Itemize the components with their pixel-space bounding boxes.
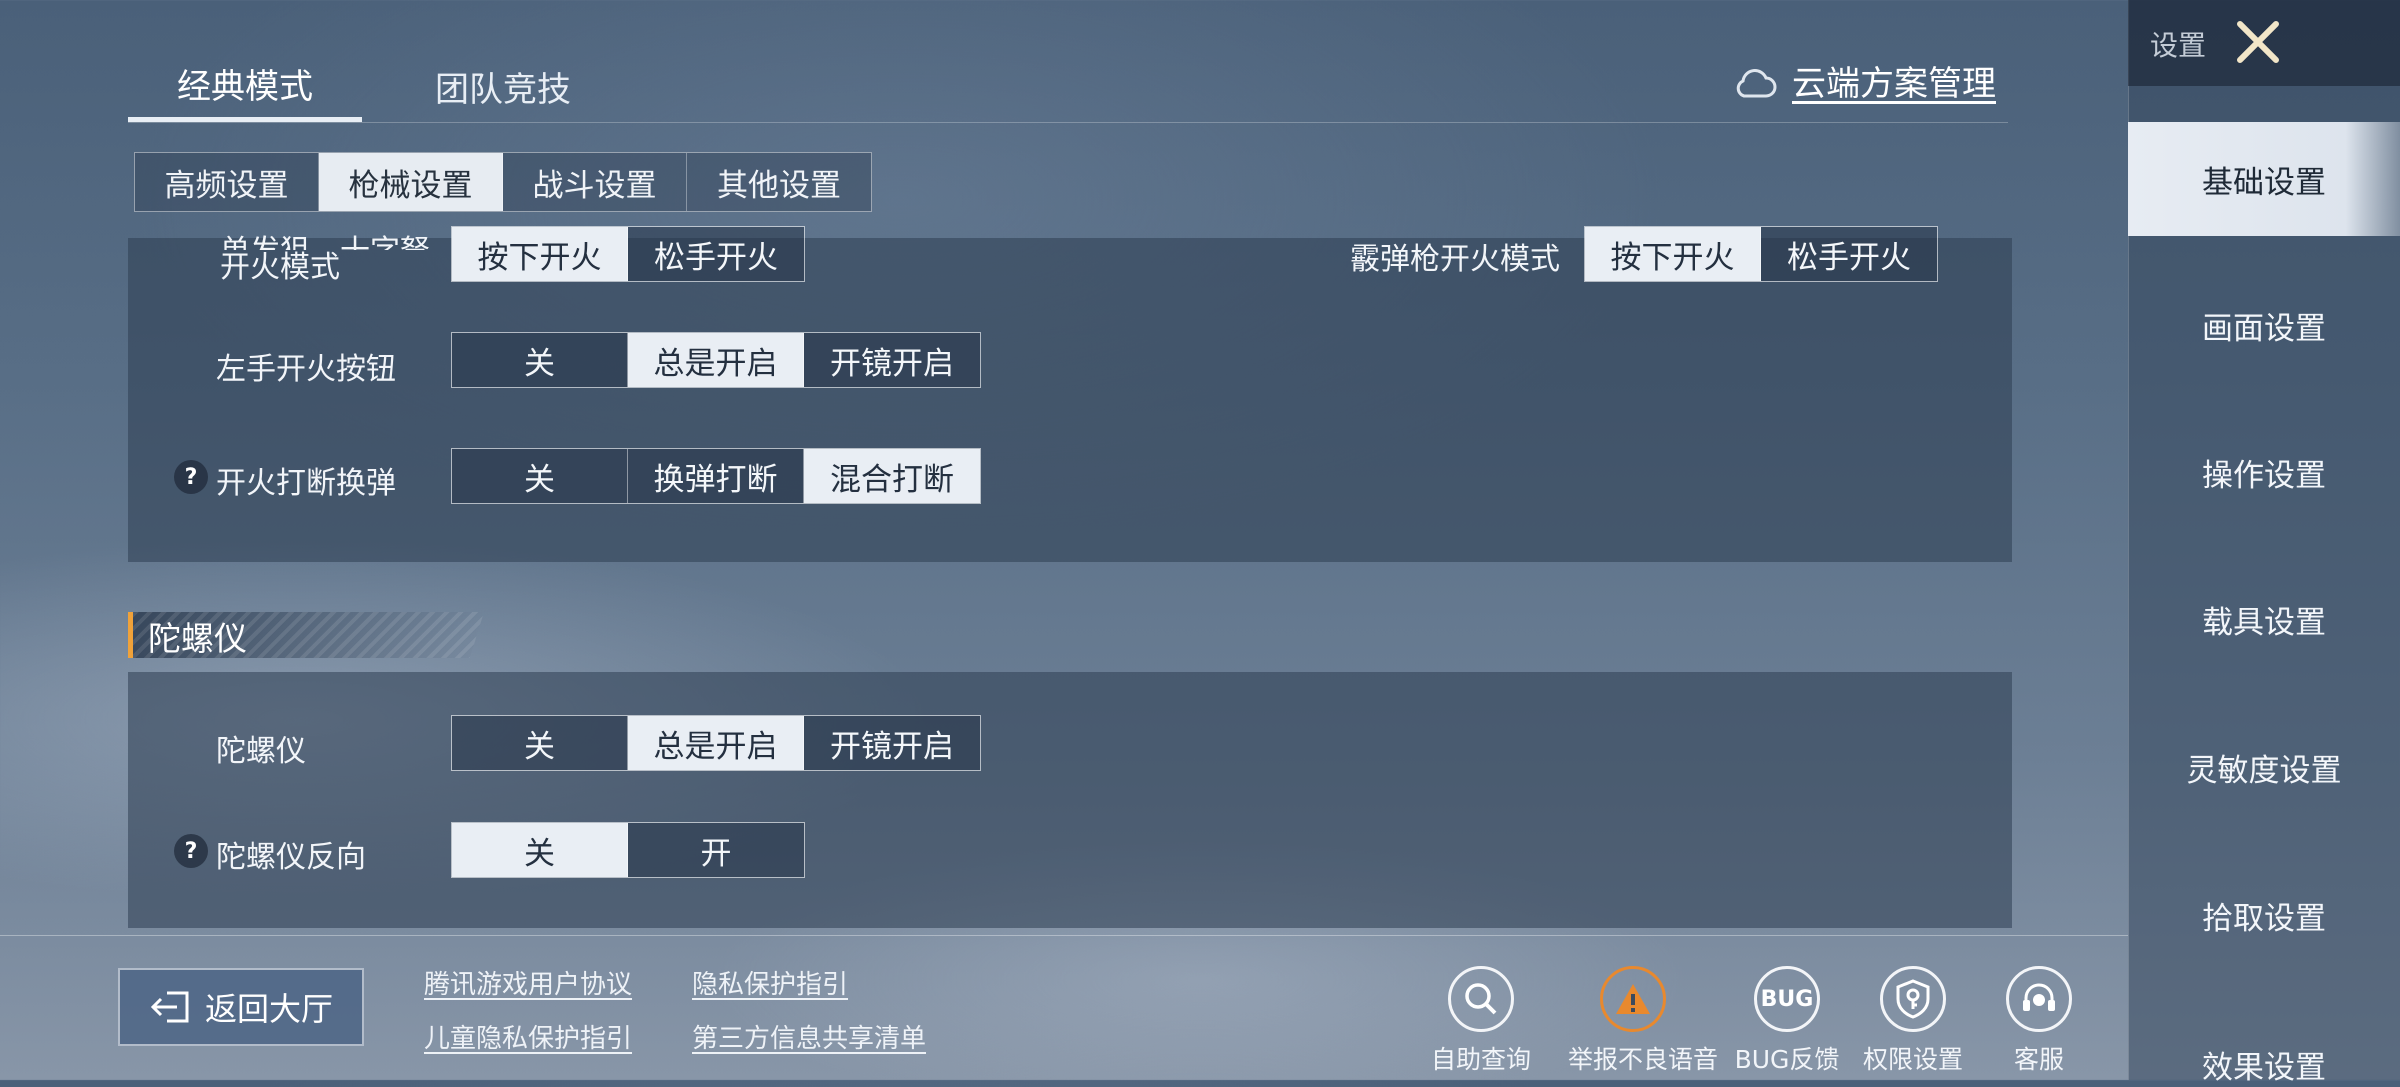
report-voice-icon (1600, 966, 1666, 1032)
sidebar-item-vehicle[interactable]: 载具设置 (2128, 562, 2400, 676)
link-user-agreement[interactable]: 腾讯游戏用户协议 (424, 964, 632, 1001)
tab-high-frequency[interactable]: 高频设置 (135, 153, 319, 211)
tab-divider (128, 122, 2008, 123)
back-to-lobby-label: 返回大厅 (204, 990, 333, 1028)
option-off[interactable]: 关 (452, 716, 628, 770)
tab-team-deathmatch[interactable]: 团队竞技 (386, 50, 620, 122)
gyro-label: 陀螺仪 (216, 734, 306, 769)
option-on[interactable]: 开 (628, 823, 804, 877)
left-fire-button-label: 左手开火按钮 (216, 352, 396, 387)
firing-panel (128, 238, 2012, 562)
option-always-on[interactable]: 总是开启 (628, 333, 804, 387)
customer-service-button[interactable]: 客服 (1974, 966, 2104, 1076)
option-reload-interrupt[interactable]: 换弹打断 (628, 449, 804, 503)
single-shot-fire-mode-label: 单发狙、十字弩 开火模式 (220, 234, 430, 285)
sidebar-item-graphics[interactable]: 画面设置 (2128, 268, 2400, 382)
permission-settings-button[interactable]: 权限设置 (1848, 966, 1978, 1076)
sidebar-item-pickup[interactable]: 拾取设置 (2128, 858, 2400, 972)
sub-tab-bar: 高频设置 枪械设置 战斗设置 其他设置 (134, 152, 872, 212)
tab-classic-mode[interactable]: 经典模式 (128, 50, 362, 122)
search-icon (1448, 966, 1514, 1032)
single-shot-fire-toggle: 按下开火 松手开火 (451, 226, 805, 282)
tab-combat-settings[interactable]: 战斗设置 (503, 153, 687, 211)
option-off[interactable]: 关 (452, 823, 628, 877)
option-off[interactable]: 关 (452, 333, 628, 387)
back-to-lobby-button[interactable]: 返回大厅 (118, 968, 364, 1046)
gyro-panel (128, 672, 2012, 928)
left-fire-button-toggle: 关 总是开启 开镜开启 (451, 332, 981, 388)
option-mixed-interrupt[interactable]: 混合打断 (804, 449, 980, 503)
help-icon[interactable]: ? (174, 834, 208, 868)
gyro-reverse-toggle: 关 开 (451, 822, 805, 878)
help-icon[interactable]: ? (174, 460, 208, 494)
sidebar-item-basic[interactable]: 基础设置 (2128, 122, 2400, 236)
headset-icon (2006, 966, 2072, 1032)
exit-icon (150, 991, 189, 1023)
sidebar-title: 设置 (2150, 29, 2207, 62)
section-title-gyro: 陀螺仪 (148, 619, 247, 658)
tab-other-settings[interactable]: 其他设置 (687, 153, 871, 211)
shield-key-icon (1880, 966, 1946, 1032)
option-scope-on[interactable]: 开镜开启 (804, 716, 980, 770)
report-voice-label: 举报不良语音 (1568, 1045, 1719, 1074)
shotgun-fire-mode-label: 霰弹枪开火模式 (1350, 242, 1560, 277)
option-release-fire[interactable]: 松手开火 (1761, 227, 1937, 281)
fire-interrupt-reload-toggle: 关 换弹打断 混合打断 (451, 448, 981, 504)
option-scope-on[interactable]: 开镜开启 (804, 333, 980, 387)
option-always-on[interactable]: 总是开启 (628, 716, 804, 770)
bug-feedback-button[interactable]: BUG BUG反馈 (1722, 966, 1852, 1076)
tab-weapon-settings[interactable]: 枪械设置 (319, 153, 503, 211)
gyro-reverse-label: 陀螺仪反向 (216, 840, 366, 875)
close-icon[interactable] (2230, 14, 2286, 70)
bug-feedback-label: BUG反馈 (1734, 1045, 1840, 1074)
fire-interrupt-reload-label: 开火打断换弹 (216, 466, 396, 501)
option-press-fire[interactable]: 按下开火 (452, 227, 628, 281)
gyro-toggle: 关 总是开启 开镜开启 (451, 715, 981, 771)
self-help-query-button[interactable]: 自助查询 (1416, 966, 1546, 1076)
permission-settings-label: 权限设置 (1862, 1045, 1963, 1074)
sidebar-item-sensitivity[interactable]: 灵敏度设置 (2128, 710, 2400, 824)
sidebar-item-controls[interactable]: 操作设置 (2128, 415, 2400, 529)
shotgun-fire-toggle: 按下开火 松手开火 (1584, 226, 1938, 282)
link-child-privacy-guide[interactable]: 儿童隐私保护指引 (424, 1018, 632, 1055)
customer-service-label: 客服 (2013, 1045, 2064, 1074)
bottom-divider (0, 935, 2128, 936)
option-release-fire[interactable]: 松手开火 (628, 227, 804, 281)
sidebar-item-effects[interactable]: 效果设置 (2128, 1006, 2400, 1086)
self-help-query-label: 自助查询 (1430, 1045, 1531, 1074)
link-privacy-guide[interactable]: 隐私保护指引 (692, 964, 848, 1001)
link-third-party-sharing[interactable]: 第三方信息共享清单 (692, 1018, 926, 1055)
bug-icon: BUG (1754, 966, 1820, 1032)
report-voice-button[interactable]: 举报不良语音 (1568, 966, 1719, 1076)
cloud-plan-link[interactable]: 云端方案管理 (1792, 56, 1996, 105)
option-off[interactable]: 关 (452, 449, 628, 503)
cloud-icon[interactable] (1730, 60, 1778, 108)
option-press-fire[interactable]: 按下开火 (1585, 227, 1761, 281)
